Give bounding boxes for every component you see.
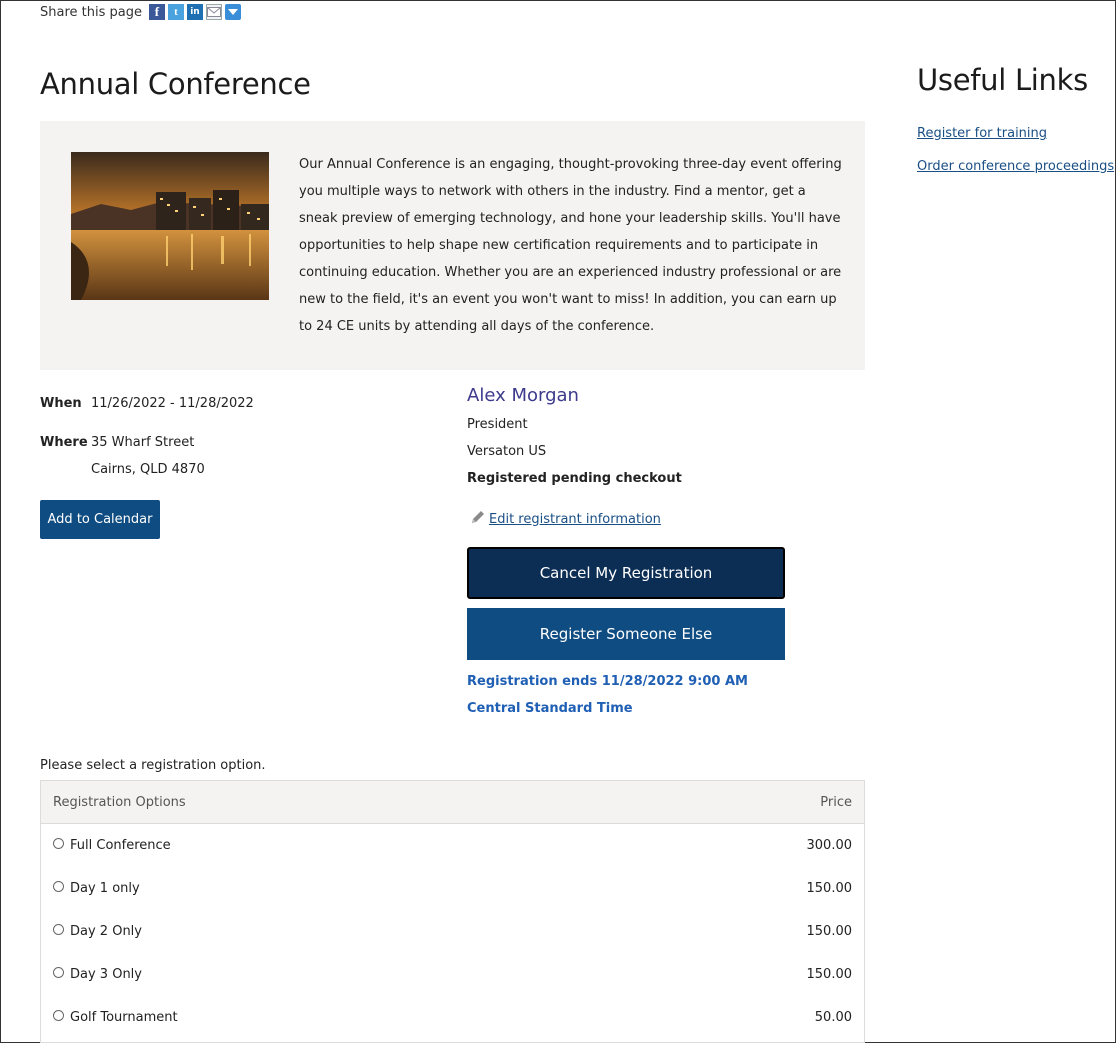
table-row[interactable]: Day 2 Only 150.00: [41, 910, 864, 953]
option-radio[interactable]: [53, 1010, 64, 1021]
registrant-role: President: [467, 417, 528, 432]
option-label: Day 2 Only: [70, 924, 142, 939]
option-price: 50.00: [814, 1010, 852, 1025]
where-address-line1: 35 Wharf Street: [91, 435, 195, 450]
edit-registrant-link-row[interactable]: Edit registrant information: [470, 509, 661, 529]
header-price: Price: [820, 794, 852, 810]
more-share-icon[interactable]: [224, 4, 241, 20]
when-label: When: [40, 396, 82, 411]
cancel-registration-button[interactable]: Cancel My Registration: [467, 547, 785, 599]
registrant-company: Versaton US: [467, 444, 547, 459]
table-row[interactable]: Day 1 only 150.00: [41, 867, 864, 910]
table-row[interactable]: Full Conference 300.00: [41, 824, 864, 867]
option-label: Day 3 Only: [70, 967, 142, 982]
email-icon[interactable]: [205, 4, 222, 20]
option-price: 150.00: [806, 967, 853, 982]
registration-options-table: Registration Options Price Full Conferen…: [40, 780, 865, 1043]
option-radio[interactable]: [53, 967, 64, 978]
table-header: Registration Options Price: [41, 781, 864, 824]
pencil-icon: [470, 509, 486, 529]
header-options: Registration Options: [53, 794, 186, 810]
where-address-line2: Cairns, QLD 4870: [91, 462, 205, 477]
register-for-training-link[interactable]: Register for training: [917, 126, 1047, 141]
when-value: 11/26/2022 - 11/28/2022: [91, 396, 254, 411]
option-radio[interactable]: [53, 838, 64, 849]
registrant-name: Alex Morgan: [467, 385, 579, 406]
option-label: Golf Tournament: [70, 1010, 178, 1025]
share-label: Share this page: [40, 4, 142, 20]
registration-prompt: Please select a registration option.: [40, 758, 266, 773]
where-label: Where: [40, 435, 88, 450]
add-to-calendar-button[interactable]: Add to Calendar: [40, 500, 160, 539]
register-someone-else-button[interactable]: Register Someone Else: [467, 608, 785, 660]
facebook-icon[interactable]: f: [148, 4, 165, 20]
option-price: 150.00: [806, 924, 853, 939]
edit-registrant-link[interactable]: Edit registrant information: [489, 512, 661, 527]
table-row[interactable]: Golf Tournament 50.00: [41, 996, 864, 1039]
share-bar: Share this page f t in: [40, 4, 241, 20]
order-proceedings-link[interactable]: Order conference proceedings: [917, 159, 1114, 174]
table-row[interactable]: Day 3 Only 150.00: [41, 953, 864, 996]
event-photo: [71, 152, 269, 300]
event-description-panel: Our Annual Conference is an engaging, th…: [40, 121, 865, 370]
option-price: 150.00: [806, 881, 853, 896]
registration-deadline: Registration ends 11/28/2022 9:00 AM: [467, 674, 748, 689]
twitter-icon[interactable]: t: [167, 4, 184, 20]
option-label: Full Conference: [70, 838, 171, 853]
option-radio[interactable]: [53, 881, 64, 892]
registration-timezone: Central Standard Time: [467, 701, 633, 716]
page-title: Annual Conference: [40, 67, 311, 101]
registration-status: Registered pending checkout: [467, 471, 682, 486]
useful-links-title: Useful Links: [917, 63, 1088, 97]
event-description: Our Annual Conference is an engaging, th…: [299, 157, 842, 334]
linkedin-icon[interactable]: in: [186, 4, 203, 20]
option-price: 300.00: [806, 838, 853, 853]
option-label: Day 1 only: [70, 881, 140, 896]
option-radio[interactable]: [53, 924, 64, 935]
